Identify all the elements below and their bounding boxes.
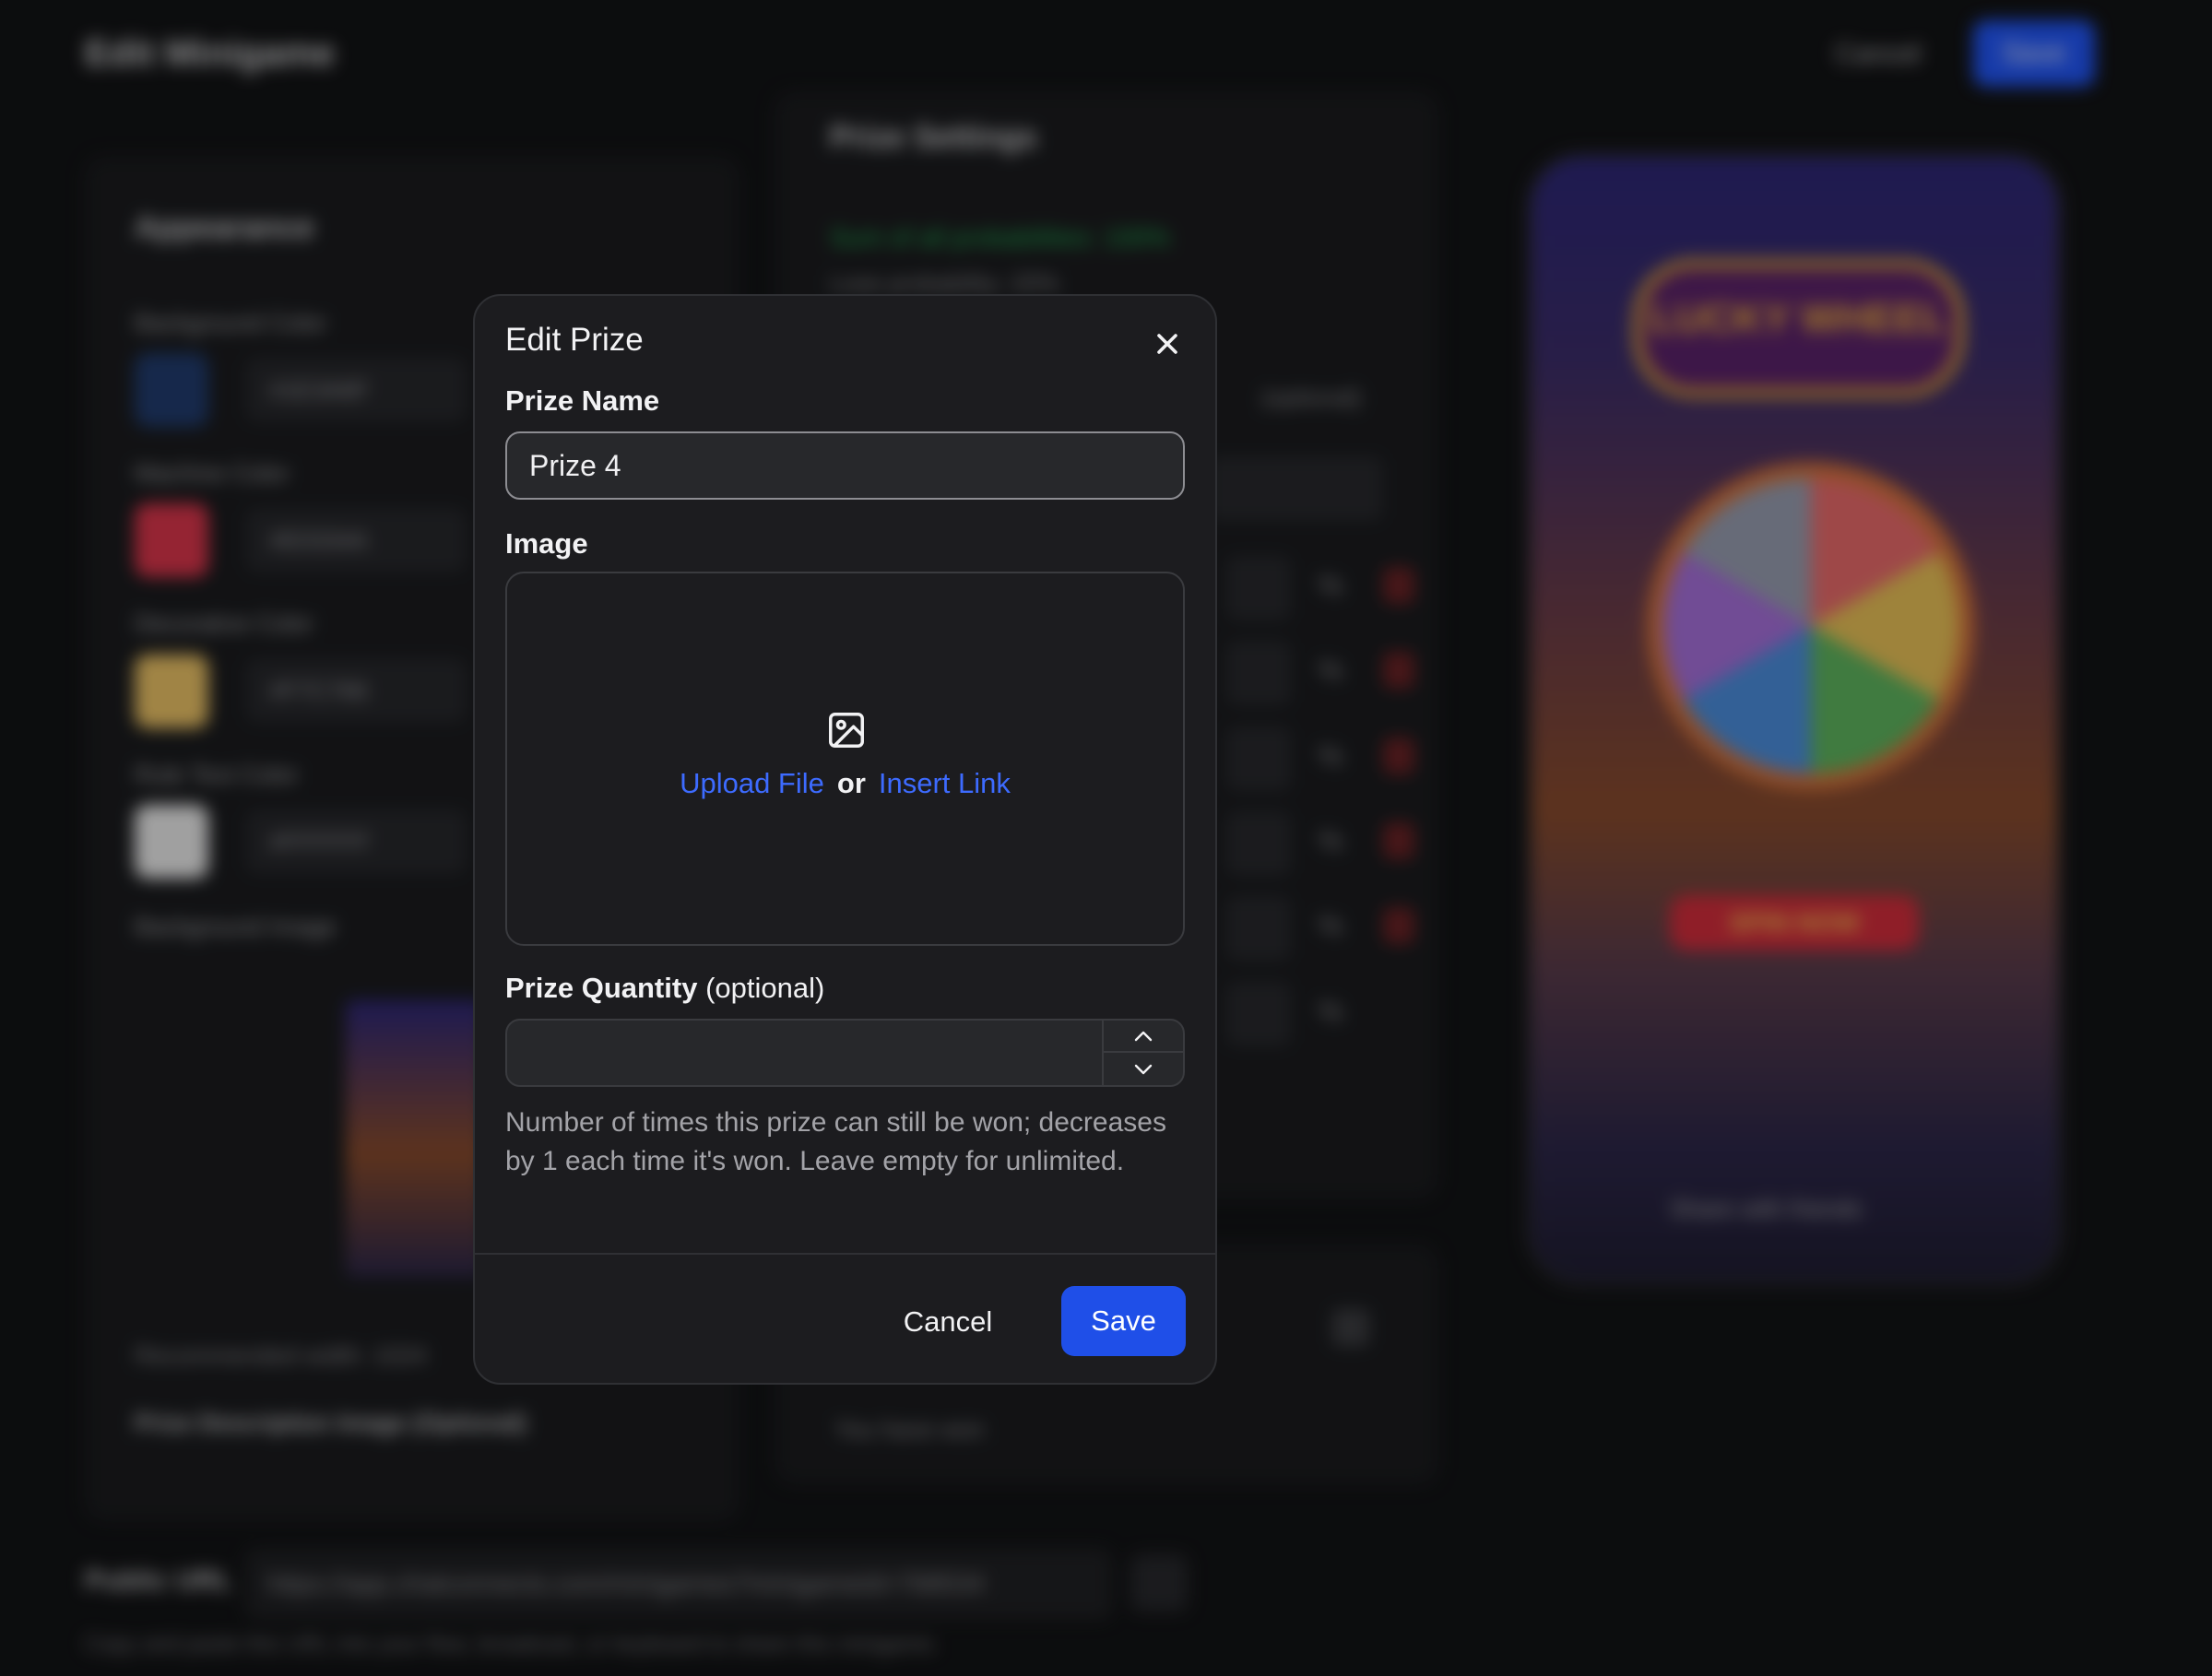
or-text: or <box>836 767 866 799</box>
edit-prize-modal: Edit Prize Prize Name Image Upload File o… <box>473 294 1217 1385</box>
image-label: Image <box>505 527 588 560</box>
modal-title: Edit Prize <box>505 322 644 358</box>
close-icon[interactable] <box>1151 327 1184 360</box>
image-icon <box>829 713 864 748</box>
save-button[interactable]: Save <box>1061 1286 1186 1356</box>
insert-link-link[interactable]: Insert Link <box>879 767 1011 799</box>
image-dropzone[interactable]: Upload File or Insert Link <box>505 572 1185 946</box>
modal-footer-divider <box>475 1253 1215 1255</box>
prize-quantity-field <box>505 1019 1185 1087</box>
cancel-button[interactable]: Cancel <box>892 1288 1004 1356</box>
chevron-up-icon <box>1134 1031 1153 1041</box>
upload-options: Upload File or Insert Link <box>507 767 1183 800</box>
prize-name-input[interactable] <box>505 431 1185 500</box>
quantity-stepper <box>1102 1021 1183 1085</box>
prize-quantity-label: Prize Quantity (optional) <box>505 972 824 1005</box>
increment-button[interactable] <box>1104 1021 1183 1053</box>
quantity-help-text: Number of times this prize can still be … <box>505 1107 1166 1176</box>
prize-quantity-label-text: Prize Quantity <box>505 972 698 1004</box>
chevron-down-icon <box>1134 1064 1153 1074</box>
prize-quantity-input[interactable] <box>507 1021 1097 1085</box>
upload-file-link[interactable]: Upload File <box>680 767 824 799</box>
prize-name-label: Prize Name <box>505 384 660 417</box>
decrement-button[interactable] <box>1104 1053 1183 1085</box>
optional-text: (optional) <box>705 972 825 1004</box>
